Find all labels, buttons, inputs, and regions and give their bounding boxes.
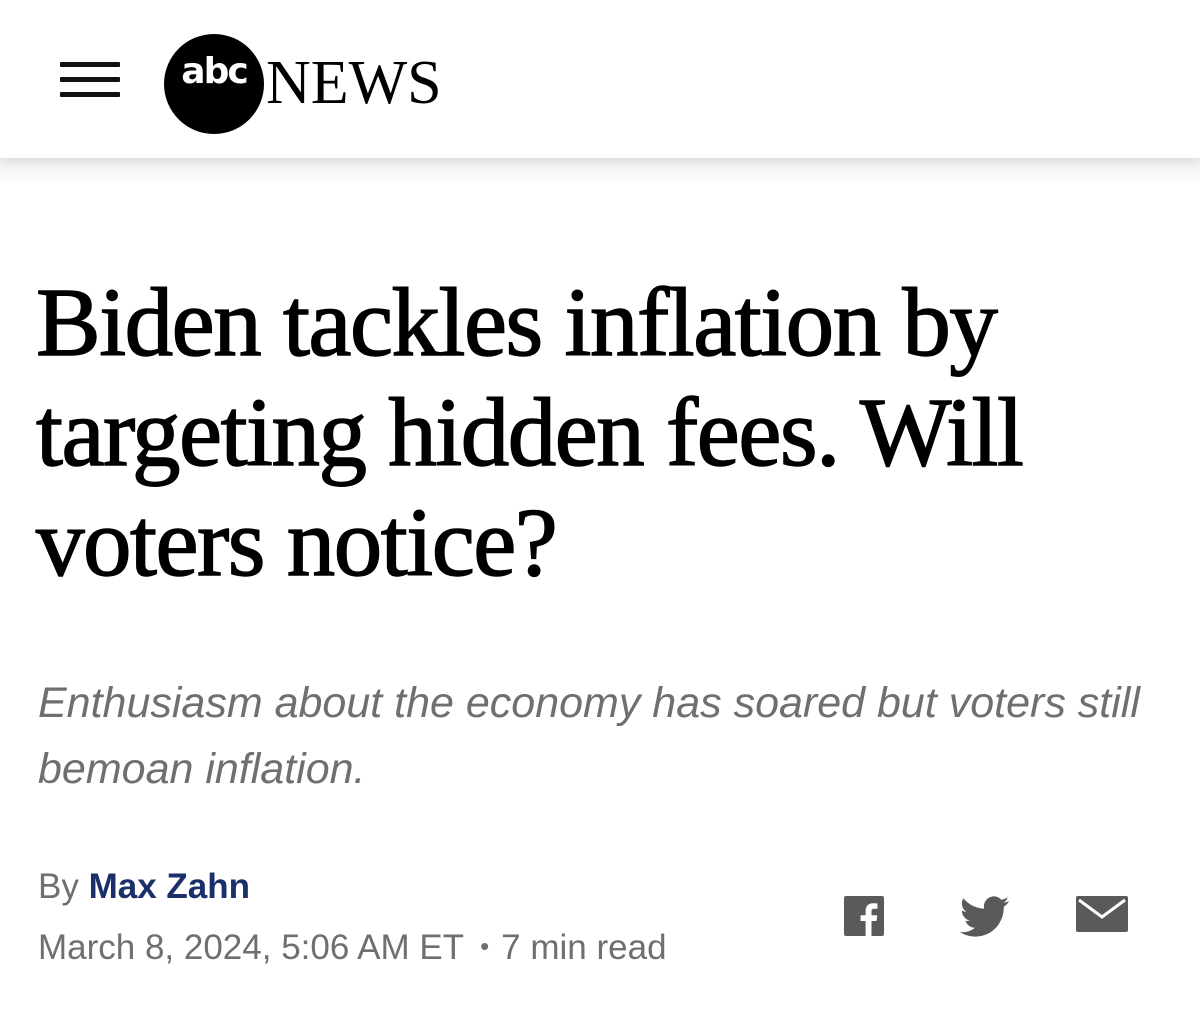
twitter-icon[interactable] xyxy=(960,896,1010,942)
abc-news-logo[interactable]: abc NEWS xyxy=(164,34,494,134)
menu-bar xyxy=(60,62,120,67)
hamburger-menu-icon[interactable] xyxy=(60,58,120,102)
facebook-icon[interactable] xyxy=(844,896,894,942)
logo-news-text: NEWS xyxy=(266,49,442,117)
article-meta: March 8, 2024, 5:06 AM ET • 7 min read xyxy=(38,924,667,970)
menu-bar xyxy=(60,77,120,82)
publish-date: March 8, 2024, 5:06 AM ET xyxy=(38,928,465,967)
author-link[interactable]: Max Zahn xyxy=(89,867,250,906)
article-headline: Biden tackles inflation by targeting hid… xyxy=(35,268,1024,596)
header-shadow xyxy=(0,158,1200,184)
article-subheadline: Enthusiasm about the economy has soared … xyxy=(38,679,1140,793)
byline-prefix: By xyxy=(38,867,79,906)
site-header: abc NEWS xyxy=(0,0,1200,158)
byline: By Max Zahn xyxy=(38,866,250,908)
meta-separator: • xyxy=(480,931,490,961)
menu-bar xyxy=(60,92,120,97)
logo-abc-text: abc xyxy=(181,51,248,92)
read-time: 7 min read xyxy=(501,928,667,967)
email-icon[interactable] xyxy=(1076,896,1128,942)
